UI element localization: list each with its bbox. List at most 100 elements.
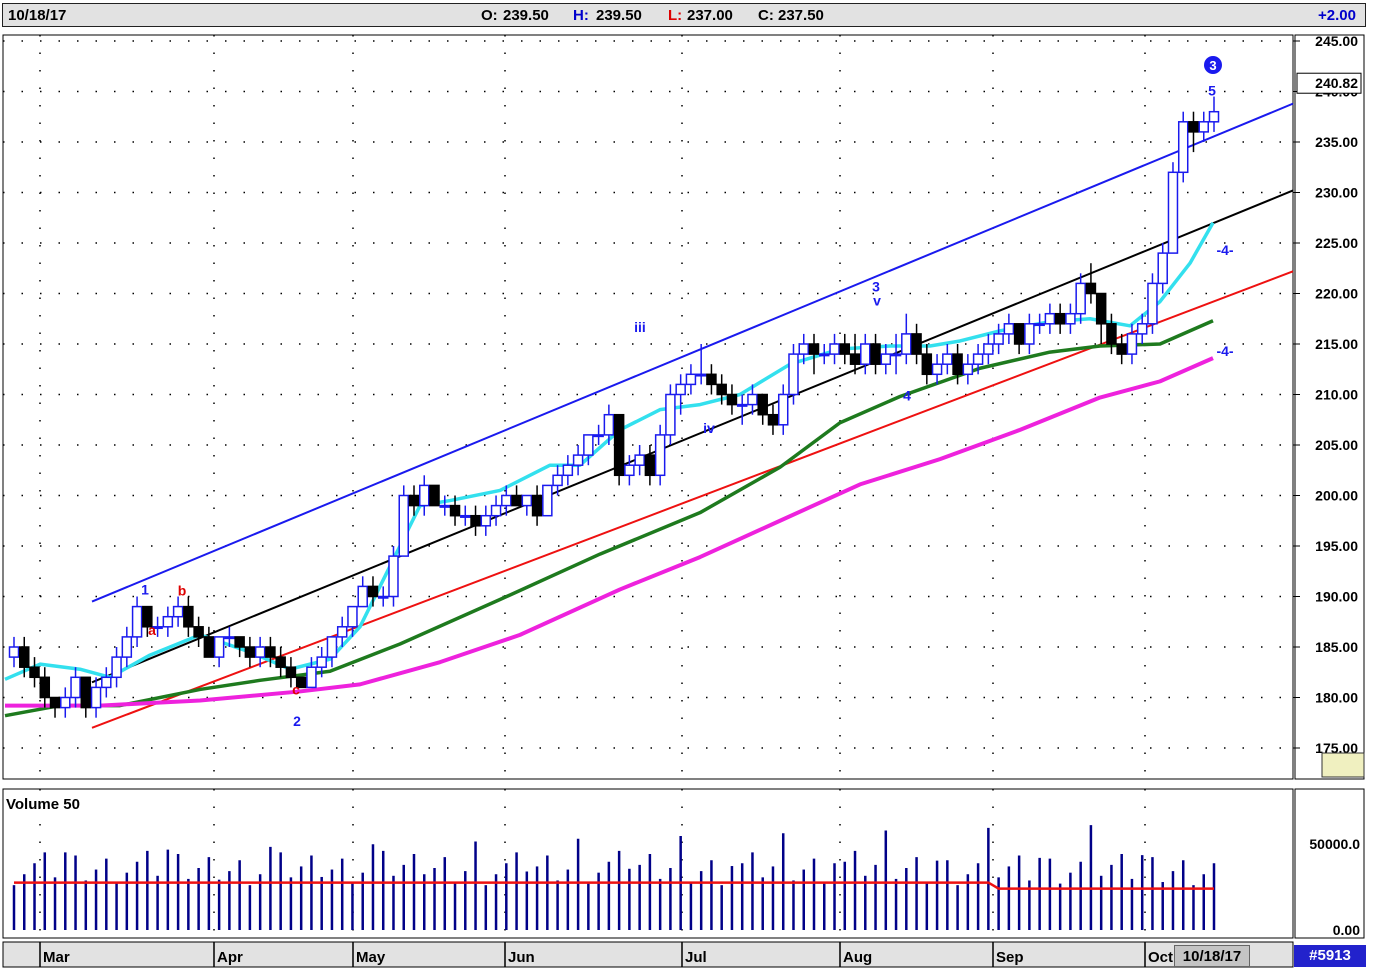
candle-body [634, 454, 645, 466]
candle-body [829, 343, 840, 355]
candle-body [736, 403, 748, 407]
candle-body [890, 353, 902, 357]
candle-body [1044, 312, 1056, 325]
candle-body [665, 393, 676, 436]
symbol-count[interactable]: #5913 [1294, 945, 1366, 967]
wave-label-v: v [873, 293, 881, 309]
month-label: May [356, 949, 386, 966]
candle-body [70, 676, 81, 699]
candle-body [1034, 323, 1045, 327]
candle-body [624, 464, 635, 477]
wave-circle-3-label: 3 [1209, 58, 1216, 73]
candle-body [367, 585, 379, 598]
candle-body [839, 343, 851, 355]
candle-body [972, 353, 984, 365]
candle-body [511, 494, 522, 507]
y-tick-label: 230.00 [1315, 185, 1358, 201]
candle-body [1116, 343, 1127, 355]
wave-label-4: 4 [903, 388, 911, 404]
candle-body [1003, 323, 1015, 335]
candle-body [449, 504, 461, 517]
candle-body [490, 504, 502, 517]
month-label: Mar [43, 949, 70, 966]
candle-body [203, 636, 215, 658]
candle-body [326, 636, 338, 658]
volume-title: Volume 50 [6, 796, 80, 813]
candle-body [357, 585, 368, 608]
candle-body [911, 333, 922, 355]
candle-body [767, 413, 779, 426]
candle-body [224, 636, 235, 640]
candle-body [706, 373, 717, 386]
month-label: Jun [508, 949, 535, 966]
last-price-label: 240.82 [1315, 75, 1358, 91]
price-panel [2, 34, 1294, 780]
candle-body [1147, 282, 1158, 325]
candle-body [90, 686, 102, 709]
candle-body [439, 504, 451, 508]
candle-body [193, 626, 204, 638]
candle-body [408, 494, 420, 507]
candle-body [521, 494, 533, 507]
candle-body [562, 464, 574, 477]
volume-panel [2, 788, 1294, 939]
cursor-date: 10/18/17 [1174, 945, 1250, 967]
candle-body [757, 393, 768, 416]
candle-body [808, 343, 820, 355]
candle-body [870, 343, 881, 365]
candle-body [942, 353, 953, 365]
month-label: Aug [843, 949, 872, 966]
candle-body [613, 413, 625, 477]
candle-body [952, 353, 963, 376]
candle-body [901, 333, 912, 355]
candle-body [29, 666, 40, 679]
volume-tick-label: 0.00 [1333, 922, 1360, 938]
candle-body [1177, 121, 1189, 174]
candle-body [162, 615, 174, 628]
candle-body [470, 514, 481, 527]
candle-body [429, 484, 440, 507]
wave-label-iii: iii [634, 319, 646, 335]
candle-body [798, 343, 809, 355]
candle-body [347, 605, 358, 628]
y-tick-label: 245.00 [1315, 33, 1358, 49]
candle-body [1167, 171, 1179, 254]
candle-body [501, 494, 512, 507]
wave-label-5: 5 [1208, 83, 1216, 99]
candle-body [285, 666, 297, 679]
candle-body [39, 676, 51, 699]
candle-body [316, 656, 327, 668]
date-axis-panel [2, 941, 1294, 968]
candle-body [1013, 323, 1025, 345]
y-tick-label: 210.00 [1315, 387, 1358, 403]
candle-body [19, 646, 30, 668]
ma-marker-lower: -4- [1216, 343, 1233, 359]
candle-body [695, 373, 707, 377]
candle-body [542, 484, 553, 517]
candle-body [983, 343, 994, 355]
candle-body [747, 393, 758, 406]
candle-body [265, 646, 276, 658]
candle-body [603, 413, 615, 436]
candle-body [654, 434, 666, 477]
candle-body [860, 343, 871, 365]
candle-body [254, 646, 266, 658]
price-chart[interactable]: 12345abciiiivv3-4--4- 175.00180.00185.00… [0, 0, 1400, 970]
candle-body [1126, 333, 1138, 355]
candle-body [1157, 252, 1168, 285]
y-tick-label: 205.00 [1315, 437, 1358, 453]
candle-body [377, 595, 389, 599]
candle-body [1075, 282, 1086, 315]
candle-body [80, 676, 92, 709]
candle-body [1024, 323, 1035, 345]
candle-body [931, 363, 943, 376]
candle-body [593, 434, 604, 438]
candle-body [583, 434, 594, 456]
candle-body [993, 333, 1004, 345]
month-label: Sep [996, 949, 1024, 966]
y-tick-label: 180.00 [1315, 690, 1358, 706]
wave-label-2: 2 [293, 713, 301, 729]
candle-body [8, 646, 20, 658]
y-tick-label: 195.00 [1315, 538, 1358, 554]
candle-body [1085, 282, 1097, 295]
